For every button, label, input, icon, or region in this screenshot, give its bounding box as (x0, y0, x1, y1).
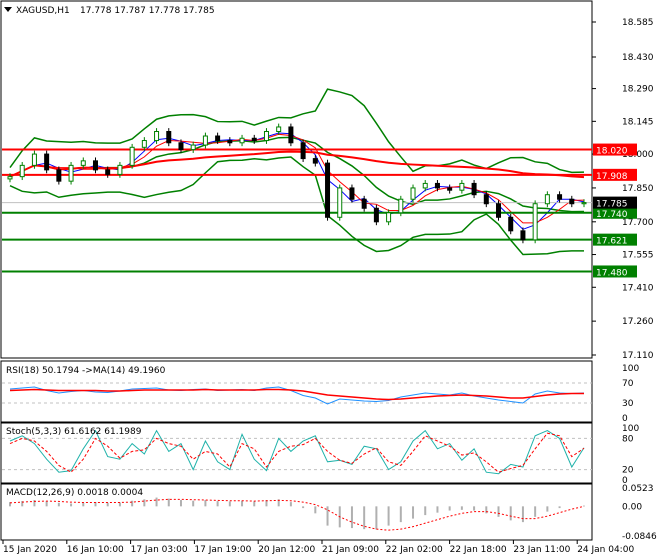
candle-body (190, 144, 196, 151)
candle-body (31, 153, 37, 166)
candle-body (373, 207, 379, 223)
time-label: 23 Jan 11:00 (513, 545, 570, 555)
price-tick-label: 18.145 (622, 117, 654, 127)
candle-body (239, 137, 245, 144)
candle-body (398, 198, 404, 214)
candle-body (337, 187, 343, 218)
price-tick-label: 17.410 (622, 283, 654, 293)
time-label: 17 Jan 19:00 (194, 545, 251, 555)
price-tick-label: 17.555 (622, 251, 654, 261)
level-label: 17.621 (596, 237, 628, 247)
time-label: 22 Jan 02:00 (386, 545, 443, 555)
rsi-tick-label: 30 (622, 399, 634, 409)
candle-body (227, 140, 233, 144)
rsi-tick-label: 0 (622, 414, 628, 424)
rsi-ma-line (9, 388, 584, 401)
level-label: 17.480 (596, 268, 628, 278)
candle-body (569, 198, 575, 205)
candle-body (105, 169, 111, 175)
level-label: 17.740 (596, 210, 628, 220)
rsi-line (9, 386, 585, 405)
ohlc-values: 17.778 17.787 17.778 17.785 (80, 6, 215, 16)
candle-body (581, 202, 587, 205)
rsi-title: RSI(18) 50.1794 ->MA(14) 49.1960 (6, 366, 166, 376)
dropdown-triangle-icon[interactable] (4, 7, 12, 12)
price-tick-label: 18.290 (622, 85, 654, 95)
candle-body (422, 182, 428, 189)
candle-body (7, 176, 13, 180)
candle-body (202, 135, 208, 146)
stoch-tick-label: 100 (622, 424, 639, 434)
macd-title: MACD(12,26,9) 0.0018 0.0004 (6, 488, 143, 498)
bollinger-upper (9, 88, 585, 174)
panel-frame-0 (0, 0, 593, 359)
candle-body (154, 130, 160, 142)
candle-body (386, 212, 392, 223)
candle-body (434, 182, 440, 189)
candle-body (508, 216, 514, 232)
chart-header: XAGUSD,H1 17.778 17.787 17.778 17.785 (4, 6, 215, 16)
price-tick-label: 18.585 (622, 18, 654, 28)
stoch-tick-label: 80 (622, 434, 634, 444)
price-tick-label: 17.850 (622, 184, 654, 194)
time-label: 21 Jan 09:00 (322, 545, 379, 555)
price-tick-label: 17.110 (622, 351, 654, 361)
candle-body (312, 158, 318, 164)
candle-body (215, 135, 221, 142)
symbol-label: XAGUSD,H1 (16, 6, 70, 16)
candle-body (496, 203, 502, 218)
candle-body (557, 194, 563, 200)
price-tick-label: 18.430 (622, 53, 654, 63)
stoch-tick-label: 20 (622, 466, 634, 476)
candle-body (92, 160, 98, 171)
candle-body (80, 160, 86, 166)
price-tick-label: 17.260 (622, 317, 654, 327)
candle-body (361, 198, 367, 209)
macd-tick-label: -0.0846 (622, 532, 657, 542)
candle-body (276, 126, 282, 132)
candle-body (325, 162, 331, 218)
stoch-d-line (9, 432, 585, 473)
time-label: 16 Jan 10:00 (67, 545, 124, 555)
candle-body (471, 182, 477, 196)
level-label: 18.020 (596, 147, 628, 157)
candle-body (251, 137, 257, 142)
candle-body (349, 187, 355, 200)
time-label: 22 Jan 18:00 (450, 545, 507, 555)
candle-body (447, 187, 453, 191)
time-label: 15 Jan 2020 (3, 545, 57, 555)
candle-body (56, 169, 62, 182)
candle-body (544, 194, 550, 205)
candle-body (19, 164, 25, 178)
candle-body (166, 130, 172, 144)
candle-body (288, 126, 294, 144)
candle-body (520, 230, 526, 241)
time-label: 17 Jan 03:00 (131, 545, 188, 555)
candle-body (483, 194, 489, 205)
candle-body (141, 140, 147, 148)
chart-canvas[interactable]: 18.58518.43018.29018.14518.00017.85017.7… (0, 0, 660, 560)
stoch-k-line (9, 429, 585, 475)
time-label: 20 Jan 12:00 (258, 545, 315, 555)
candle-body (410, 187, 416, 200)
level-label: 17.908 (596, 172, 628, 182)
rsi-tick-label: 70 (622, 379, 634, 389)
candle-body (263, 130, 269, 142)
candle-body (178, 142, 184, 151)
candle-body (459, 182, 465, 191)
chart-window: 18.585 18.430 18.290 18.145 18.000 17.850 17.7… (0, 0, 660, 560)
candle-body (300, 142, 306, 160)
candle-body (68, 164, 74, 182)
candle-body (129, 146, 135, 166)
macd-tick-label: 0.00 (622, 502, 642, 512)
time-label: 24 Jan 04:00 (577, 545, 634, 555)
rsi-tick-label: 100 (622, 364, 639, 374)
macd-tick-label: 0.0523 (622, 484, 654, 494)
candle-body (44, 153, 50, 171)
candle-body (117, 164, 123, 175)
current-price-label: 17.785 (596, 200, 628, 210)
candle-body (532, 203, 538, 241)
stoch-title: Stoch(5,3,3) 61.6162 61.1989 (6, 427, 142, 437)
